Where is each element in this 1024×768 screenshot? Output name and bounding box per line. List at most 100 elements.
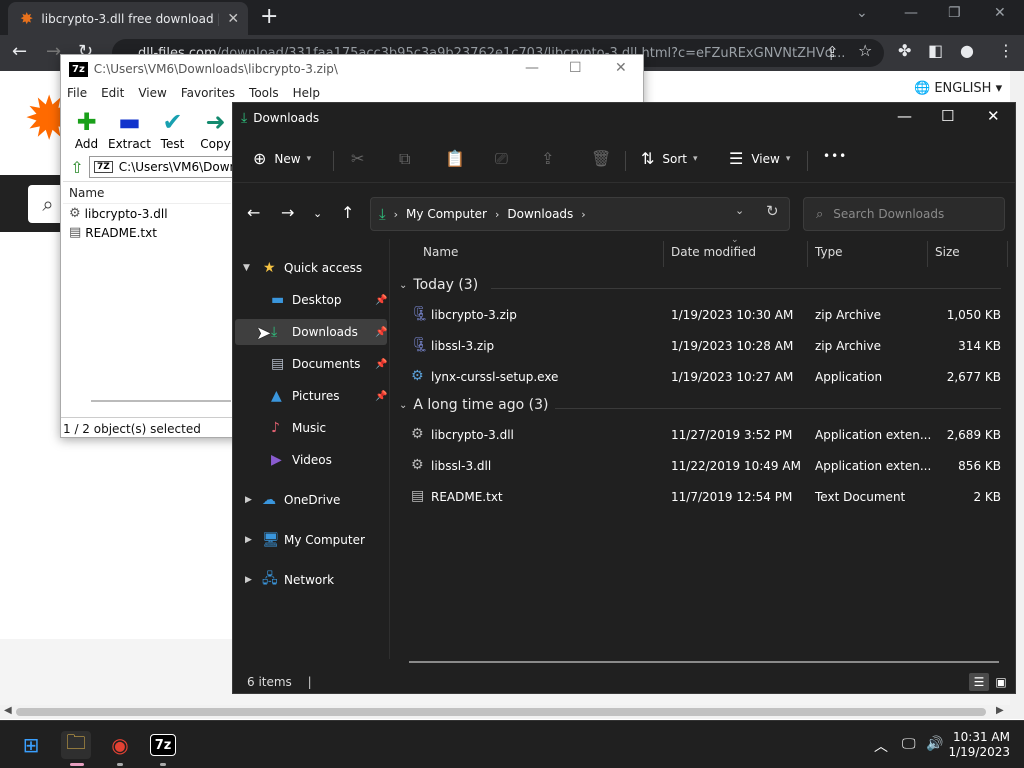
explorer-close-icon[interactable]: ✕ <box>987 107 1000 125</box>
address-dropdown-icon[interactable]: ⌄ <box>735 204 744 217</box>
tray-overflow-chevron-icon[interactable]: ︿ <box>874 736 888 756</box>
paste-icon[interactable]: 📋 <box>445 149 465 168</box>
close-icon[interactable]: ✕ <box>994 5 1006 21</box>
sidebar-item-pictures[interactable]: ▲ Pictures 📌 <box>235 383 387 409</box>
more-options-button[interactable]: ••• <box>823 149 847 163</box>
group-header-today[interactable]: ⌄ Today (3) <box>399 277 478 293</box>
group-header-long-time-ago[interactable]: ⌄ A long time ago (3) <box>399 397 548 413</box>
chrome-taskbar-icon[interactable]: ◉ <box>105 731 135 759</box>
copy-button[interactable]: ➜ Copy <box>194 107 237 151</box>
volume-icon[interactable]: 🔊 <box>926 736 943 752</box>
minimize-icon[interactable]: — <box>904 5 918 21</box>
explorer-horizontal-scrollbar[interactable] <box>409 661 999 663</box>
chevron-down-icon[interactable]: ⌄ <box>856 5 868 21</box>
cut-icon[interactable]: ✂ <box>351 149 364 168</box>
details-view-icon[interactable]: ☰ <box>969 673 989 691</box>
explorer-address-bar[interactable]: ⤓ › My Computer › Downloads › <box>370 197 790 231</box>
start-windows-icon[interactable]: ⊞ <box>16 731 46 759</box>
test-button[interactable]: ✔ Test <box>151 107 194 151</box>
new-tab-button[interactable]: + <box>260 4 278 29</box>
menu-help[interactable]: Help <box>293 86 320 100</box>
extract-button[interactable]: ▬ Extract <box>108 107 151 151</box>
sevenzip-path-field[interactable]: 7Z C:\Users\VM6\Downlo <box>89 156 235 178</box>
menu-favorites[interactable]: Favorites <box>181 86 235 100</box>
sidebar-item-desktop[interactable]: ▬ Desktop 📌 <box>235 287 387 313</box>
column-header-date-modified[interactable]: Date modified <box>671 245 756 259</box>
share-icon[interactable]: ⇪ <box>541 149 554 168</box>
menu-tools[interactable]: Tools <box>249 86 279 100</box>
bookmark-star-icon[interactable]: ☆ <box>858 41 872 60</box>
sidebar-item-quick-access[interactable]: ▼ ★ Quick access <box>235 255 387 281</box>
large-icons-view-icon[interactable]: ▣ <box>991 673 1011 691</box>
list-item[interactable]: ▤ README.txt <box>63 223 231 242</box>
chevron-right-icon[interactable]: ▶ <box>245 495 252 505</box>
menu-view[interactable]: View <box>138 86 166 100</box>
column-header-type[interactable]: Type <box>815 245 843 259</box>
add-button[interactable]: ✚ Add <box>65 107 108 151</box>
column-separator[interactable] <box>1007 241 1008 267</box>
table-row[interactable]: ⚙ libcrypto-3.dll 11/27/2019 3:52 PM App… <box>391 421 1011 449</box>
table-row[interactable]: ⚙ lynx-curssl-setup.exe 1/19/2023 10:27 … <box>391 363 1011 391</box>
sevenzip-taskbar-icon[interactable]: 7z <box>150 734 176 756</box>
back-icon[interactable]: ← <box>12 41 27 62</box>
sidebar-item-onedrive[interactable]: ▶ ☁ OneDrive <box>235 487 387 513</box>
sidebar-item-my-computer[interactable]: ▶ 🖥 My Computer <box>235 527 387 553</box>
menu-file[interactable]: File <box>67 86 87 100</box>
chevron-right-icon[interactable]: ▶ <box>245 575 252 585</box>
column-separator[interactable] <box>927 241 928 267</box>
extensions-icon[interactable]: ✤ <box>898 41 911 60</box>
sevenzip-maximize-icon[interactable]: ☐ <box>569 60 582 76</box>
tab-close-icon[interactable]: ✕ <box>227 11 239 27</box>
scrollbar-thumb[interactable] <box>16 708 986 716</box>
folder-up-icon[interactable]: ⇧ <box>65 158 89 177</box>
copy-icon[interactable]: ⧉ <box>399 149 410 169</box>
sort-button[interactable]: ⇅ Sort ▾ <box>641 149 698 168</box>
column-separator[interactable] <box>807 241 808 267</box>
list-item[interactable]: ⚙ libcrypto-3.dll <box>63 204 231 223</box>
profile-icon[interactable]: ● <box>960 41 974 60</box>
search-downloads-input[interactable]: ⌕ Search Downloads <box>803 197 1005 231</box>
sevenzip-scrollbar[interactable] <box>91 400 231 406</box>
menu-edit[interactable]: Edit <box>101 86 124 100</box>
network-tray-icon[interactable]: 🖵 <box>902 736 916 752</box>
rename-icon[interactable]: ⎚ <box>495 149 508 169</box>
delete-icon[interactable]: 🗑 <box>591 149 611 168</box>
page-horizontal-scrollbar[interactable]: ◀ ▶ <box>0 705 1024 719</box>
explorer-maximize-icon[interactable]: ☐ <box>941 107 954 125</box>
scroll-left-icon[interactable]: ◀ <box>4 705 12 716</box>
chevron-right-icon[interactable]: ▶ <box>245 535 252 545</box>
view-button[interactable]: ☰ View ▾ <box>729 149 790 168</box>
breadcrumb-my-computer[interactable]: My Computer <box>406 207 487 221</box>
menu-kebab-icon[interactable]: ⋮ <box>998 41 1014 60</box>
up-icon[interactable]: ↑ <box>341 203 354 222</box>
chevron-down-icon[interactable]: ▼ <box>243 263 250 273</box>
column-header-size[interactable]: Size <box>935 245 960 259</box>
browser-tab[interactable]: ✸ libcrypto-3.dll free download | Dl ✕ <box>8 2 248 35</box>
table-row[interactable]: 🗜 libssl-3.zip 1/19/2023 10:28 AM zip Ar… <box>391 332 1011 360</box>
sevenzip-close-icon[interactable]: ✕ <box>615 60 627 76</box>
table-row[interactable]: ⚙ libssl-3.dll 11/22/2019 10:49 AM Appli… <box>391 452 1011 480</box>
pane-divider[interactable] <box>389 239 390 659</box>
column-header-name[interactable]: Name <box>423 245 458 259</box>
explorer-minimize-icon[interactable]: — <box>897 107 912 125</box>
table-row[interactable]: ▤ README.txt 11/7/2019 12:54 PM Text Doc… <box>391 483 1011 511</box>
column-separator[interactable] <box>663 241 664 267</box>
back-icon[interactable]: ← <box>247 203 260 222</box>
forward-icon[interactable]: → <box>46 41 61 62</box>
restore-icon[interactable]: ❐ <box>948 5 961 21</box>
new-button[interactable]: ⊕ New ▾ <box>253 149 311 168</box>
sidebar-item-music[interactable]: ♪ Music <box>235 415 387 441</box>
sidebar-item-documents[interactable]: ▤ Documents 📌 <box>235 351 387 377</box>
recent-locations-icon[interactable]: ⌄ <box>313 207 322 220</box>
scroll-right-icon[interactable]: ▶ <box>996 705 1004 716</box>
language-selector[interactable]: 🌐 ENGLISH ▾ <box>914 81 1002 96</box>
file-explorer-taskbar-icon[interactable]: 🗀 <box>61 730 91 759</box>
refresh-icon[interactable]: ↻ <box>766 202 779 220</box>
side-panel-icon[interactable]: ◧ <box>928 41 943 60</box>
taskbar-clock[interactable]: 10:31 AM 1/19/2023 <box>944 730 1010 760</box>
sidebar-item-network[interactable]: ▶ 🖧 Network <box>235 567 387 593</box>
sevenzip-minimize-icon[interactable]: — <box>525 60 539 76</box>
forward-icon[interactable]: → <box>281 203 294 222</box>
breadcrumb-downloads[interactable]: Downloads <box>507 207 573 221</box>
sidebar-item-videos[interactable]: ▶ Videos <box>235 447 387 473</box>
